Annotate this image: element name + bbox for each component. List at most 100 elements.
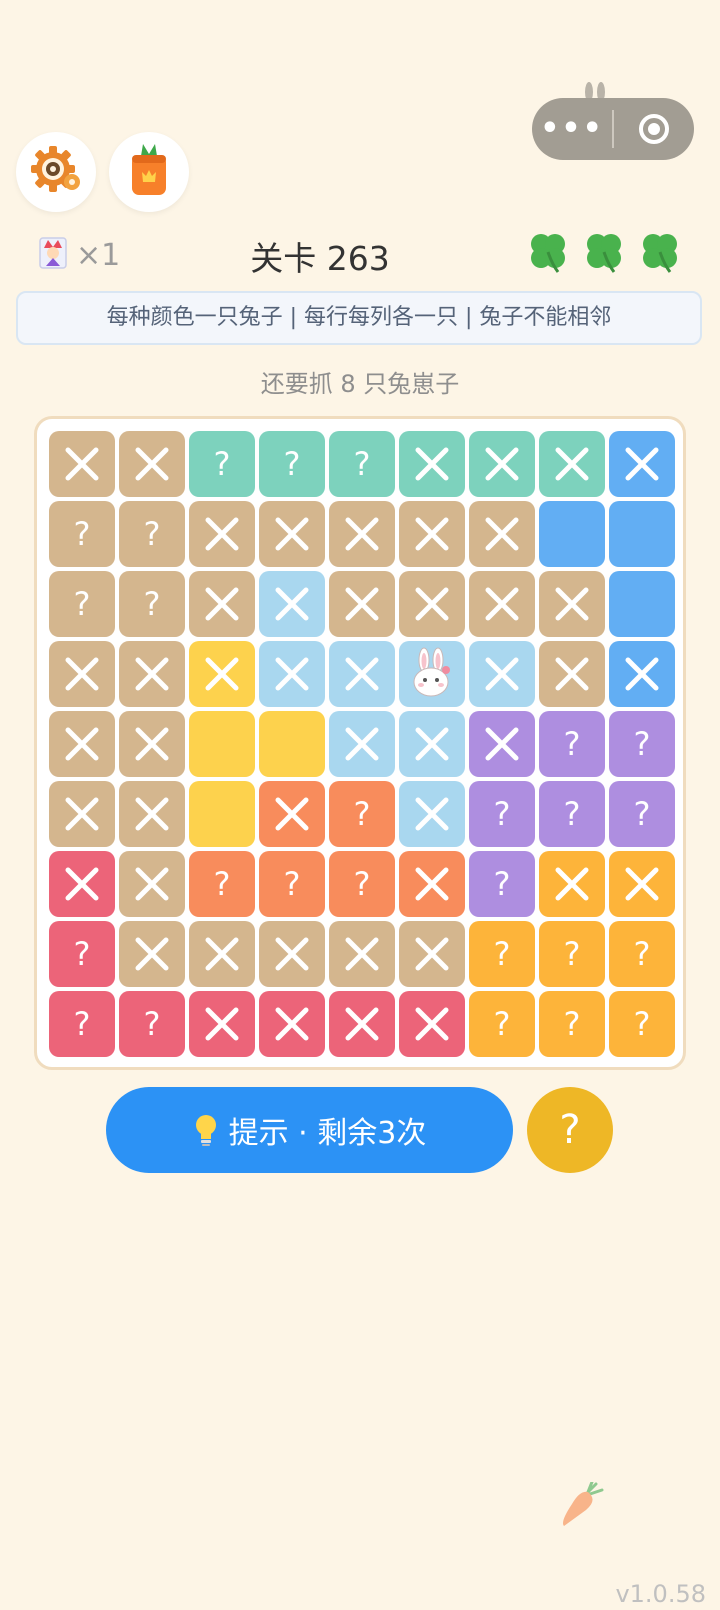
grid-cell[interactable]	[399, 921, 465, 987]
grid-cell[interactable]	[609, 851, 675, 917]
grid-cell[interactable]	[119, 921, 185, 987]
puzzle-grid: ??????????????????????????	[49, 431, 675, 1057]
grid-cell[interactable]	[189, 921, 255, 987]
grid-cell[interactable]	[49, 431, 115, 497]
grid-cell[interactable]	[259, 711, 325, 777]
grid-cell[interactable]	[539, 851, 605, 917]
grid-cell[interactable]	[259, 921, 325, 987]
grid-cell[interactable]: ?	[539, 711, 605, 777]
grid-cell[interactable]	[49, 851, 115, 917]
grid-cell[interactable]	[539, 501, 605, 567]
grid-cell[interactable]: ?	[189, 851, 255, 917]
question-mark: ?	[633, 725, 651, 763]
grid-cell[interactable]	[469, 501, 535, 567]
cross-icon	[555, 447, 589, 481]
grid-cell[interactable]	[539, 431, 605, 497]
grid-cell[interactable]	[259, 501, 325, 567]
target-icon[interactable]	[614, 114, 694, 144]
cross-icon	[275, 657, 309, 691]
grid-cell[interactable]	[49, 781, 115, 847]
grid-cell[interactable]	[329, 501, 395, 567]
grid-cell[interactable]	[329, 711, 395, 777]
grid-cell[interactable]: ?	[119, 991, 185, 1057]
question-mark: ?	[353, 795, 371, 833]
grid-cell[interactable]	[469, 431, 535, 497]
grid-cell[interactable]	[539, 571, 605, 637]
grid-cell[interactable]	[329, 641, 395, 707]
grid-cell[interactable]: ?	[539, 991, 605, 1057]
grid-cell[interactable]: ?	[189, 431, 255, 497]
grid-cell[interactable]	[189, 571, 255, 637]
grid-cell[interactable]	[259, 571, 325, 637]
shop-button[interactable]	[109, 132, 189, 212]
grid-cell[interactable]	[469, 641, 535, 707]
grid-cell[interactable]: ?	[119, 501, 185, 567]
grid-cell[interactable]	[469, 711, 535, 777]
settings-button[interactable]	[16, 132, 96, 212]
cross-icon	[625, 867, 659, 901]
grid-cell[interactable]: ?	[539, 781, 605, 847]
grid-cell[interactable]: ?	[609, 711, 675, 777]
grid-cell[interactable]: ?	[49, 921, 115, 987]
grid-cell[interactable]	[189, 991, 255, 1057]
grid-cell[interactable]: ?	[609, 921, 675, 987]
grid-cell[interactable]	[399, 991, 465, 1057]
grid-cell[interactable]	[189, 501, 255, 567]
grid-cell[interactable]	[119, 781, 185, 847]
help-button[interactable]: ?	[527, 1087, 613, 1173]
grid-cell[interactable]	[609, 641, 675, 707]
grid-cell[interactable]	[539, 641, 605, 707]
grid-cell[interactable]: ?	[609, 991, 675, 1057]
more-dots-icon[interactable]: •••	[532, 98, 612, 160]
grid-cell[interactable]	[189, 711, 255, 777]
grid-cell[interactable]	[259, 641, 325, 707]
lightbulb-icon	[193, 1113, 219, 1147]
grid-cell[interactable]	[469, 571, 535, 637]
grid-cell[interactable]	[609, 571, 675, 637]
grid-cell[interactable]: ?	[469, 781, 535, 847]
grid-cell[interactable]	[399, 641, 465, 707]
question-mark: ?	[73, 515, 91, 553]
grid-cell[interactable]	[49, 641, 115, 707]
grid-cell[interactable]	[329, 991, 395, 1057]
grid-cell[interactable]: ?	[259, 851, 325, 917]
grid-cell[interactable]	[119, 711, 185, 777]
grid-cell[interactable]: ?	[469, 991, 535, 1057]
grid-cell[interactable]: ?	[329, 431, 395, 497]
grid-cell[interactable]	[189, 641, 255, 707]
question-mark: ?	[143, 515, 161, 553]
grid-cell[interactable]: ?	[469, 851, 535, 917]
grid-cell[interactable]	[399, 501, 465, 567]
grid-cell[interactable]	[399, 851, 465, 917]
cross-icon	[625, 657, 659, 691]
grid-cell[interactable]	[609, 431, 675, 497]
grid-cell[interactable]: ?	[539, 921, 605, 987]
grid-cell[interactable]	[259, 991, 325, 1057]
question-mark: ?	[353, 865, 371, 903]
grid-cell[interactable]: ?	[49, 501, 115, 567]
grid-cell[interactable]: ?	[329, 851, 395, 917]
grid-cell[interactable]: ?	[119, 571, 185, 637]
grid-cell[interactable]	[189, 781, 255, 847]
grid-cell[interactable]	[399, 781, 465, 847]
grid-cell[interactable]	[119, 431, 185, 497]
grid-cell[interactable]	[399, 571, 465, 637]
grid-cell[interactable]: ?	[259, 431, 325, 497]
grid-cell[interactable]	[329, 571, 395, 637]
grid-cell[interactable]: ?	[469, 921, 535, 987]
grid-cell[interactable]	[49, 711, 115, 777]
grid-cell[interactable]	[399, 711, 465, 777]
grid-cell[interactable]	[329, 921, 395, 987]
grid-cell[interactable]	[119, 641, 185, 707]
grid-cell[interactable]	[399, 431, 465, 497]
grid-cell[interactable]	[609, 501, 675, 567]
grid-cell[interactable]: ?	[329, 781, 395, 847]
grid-cell[interactable]: ?	[49, 571, 115, 637]
grid-cell[interactable]	[119, 851, 185, 917]
grid-cell[interactable]	[259, 781, 325, 847]
grid-cell[interactable]: ?	[609, 781, 675, 847]
hint-button[interactable]: 提示 · 剩余3次	[106, 1087, 513, 1173]
hint-button-label: 提示 · 剩余3次	[228, 1116, 427, 1151]
grid-cell[interactable]: ?	[49, 991, 115, 1057]
cross-icon	[135, 867, 169, 901]
